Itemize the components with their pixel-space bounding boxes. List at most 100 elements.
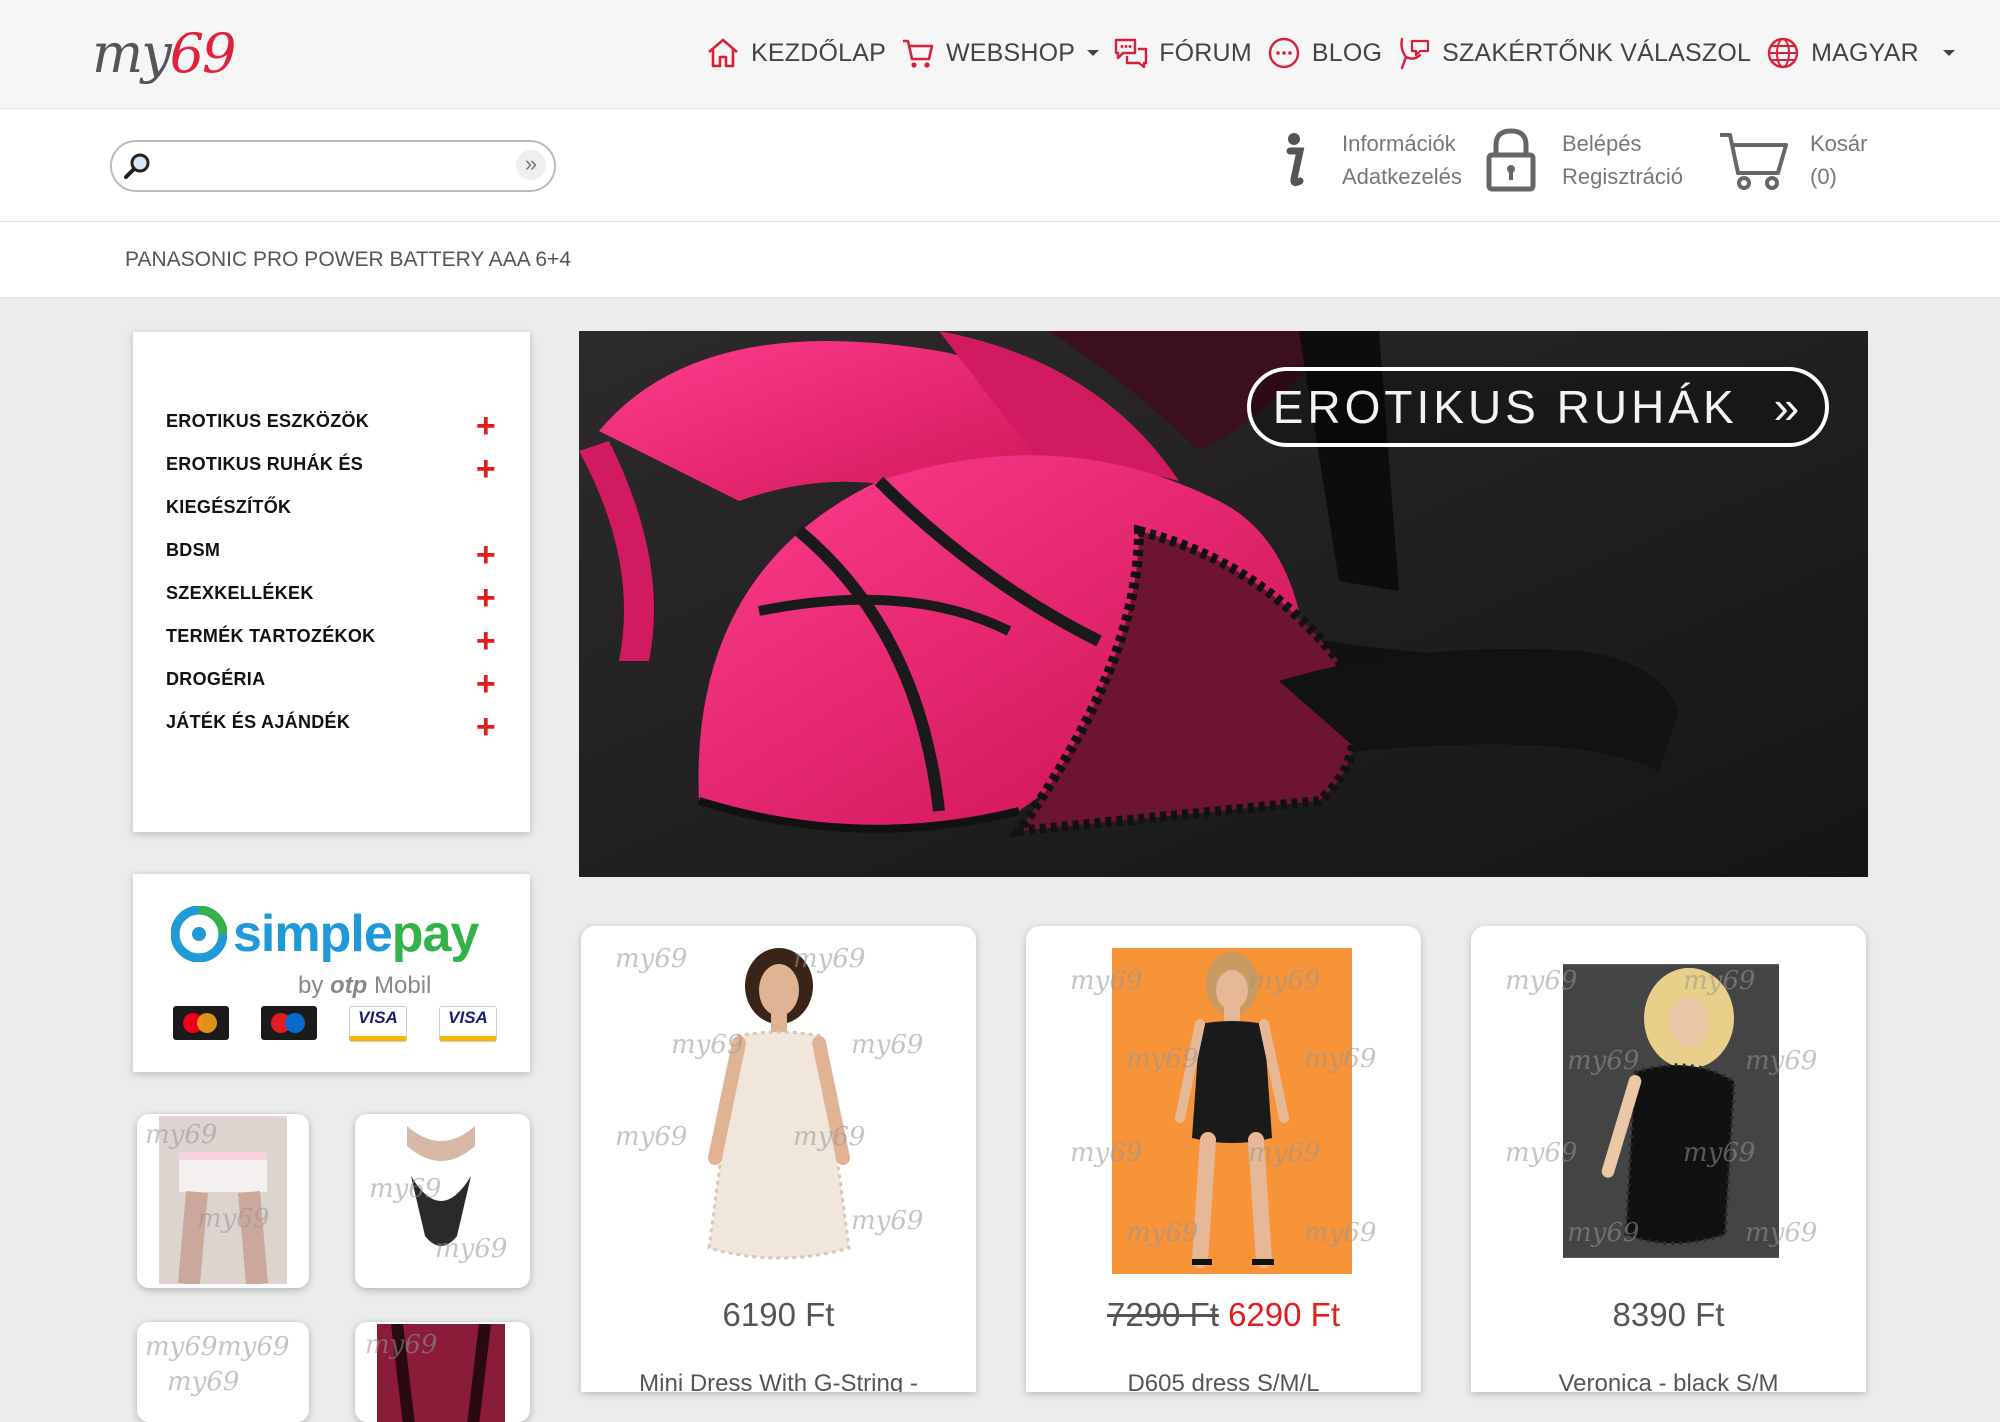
nav-home-label: KEZDŐLAP [751,38,886,67]
nav-blog-label: BLOG [1311,38,1383,67]
category-item[interactable]: SZEXKELLÉKEK + [166,572,506,617]
nav-webshop-label: WEBSHOP [945,38,1076,67]
nav-language[interactable]: MAGYAR [1765,35,1955,71]
chat-icon [1114,38,1148,69]
product-image [377,1116,505,1284]
expert-icon [1400,37,1430,70]
nav-home[interactable]: KEZDŐLAP [705,35,886,71]
nav-expert[interactable]: SZAKÉRTŐNK VÁLASZOL [1396,35,1751,71]
lock-icon [1486,128,1536,192]
product-price: 6190 Ft [722,1296,835,1333]
register-link[interactable]: Regisztráció [1562,160,1683,193]
category-item[interactable]: BDSM + [166,529,506,574]
category-label: EROTIKUS ESZKÖZÖK [166,411,370,431]
simplepay-byline: by otp Mobil [298,972,431,1000]
info-icon [1286,133,1305,187]
simplepay-banner[interactable]: simplepay by otp Mobil VISA VISA [133,874,530,1072]
expand-plus-icon[interactable]: + [476,701,496,753]
category-label: TERMÉK TARTOZÉKOK [166,626,376,646]
product-card[interactable]: my69 my69 my69 my69 my69 my69 my69 6190 … [581,926,976,1392]
simplepay-brand-b: pay [391,905,480,963]
sale-price: 6290 Ft [1228,1296,1340,1333]
category-menu: EROTIKUS ESZKÖZÖK + EROTIKUS RUHÁK ÉS KIE… [133,332,530,832]
chevron-down-icon [1942,50,1955,56]
simplepay-brand-a: simple [233,905,393,963]
category-item[interactable]: JÁTÉK ÉS AJÁNDÉK + [166,701,506,746]
promo-strip: PANASONIC PRO POWER BATTERY AAA 6+4 [0,222,2000,298]
promo-text[interactable]: PANASONIC PRO POWER BATTERY AAA 6+4 [125,248,571,272]
category-item[interactable]: EROTIKUS ESZKÖZÖK + [166,400,506,445]
home-icon [708,38,738,68]
category-item[interactable]: DROGÉRIA + [166,658,506,703]
main-nav: KEZDŐLAP WEBSHOP FÓRUM BLOG SZAKÉRTŐNK V… [705,30,1955,76]
search-box: » [110,140,556,192]
cart-icon [902,39,934,68]
search-submit-button[interactable]: » [516,150,546,180]
privacy-link[interactable]: Adatkezelés [1342,160,1462,193]
card-logos: VISA VISA [173,1006,497,1042]
nav-blog[interactable]: BLOG [1266,35,1382,71]
cart-link[interactable]: Kosár (0) [1718,127,1867,193]
category-label: BDSM [166,540,221,560]
hero-banner[interactable]: EROTIKUS RUHÁK » [579,331,1868,877]
mastercard-icon [173,1006,229,1040]
product-image [159,1116,287,1284]
product-card[interactable]: my69 my69 my69 my69 my69 my69 my69 my69 … [1026,926,1421,1392]
category-label: JÁTÉK ÉS AJÁNDÉK [166,712,351,732]
product-image [659,948,899,1274]
chevron-right-icon: » [1773,381,1804,433]
nav-forum-label: FÓRUM [1159,38,1252,67]
product-price: 8390 Ft [1612,1296,1725,1333]
site-logo[interactable]: my69 [92,22,237,85]
simplepay-logo: simplepay [171,904,480,964]
utility-bar: » Információk Adatkezelés Belépés Regisz… [0,109,2000,222]
product-card[interactable]: my69 my69 my69 my69 my69 my69 my69 my69 … [1471,926,1866,1392]
product-price: 7290 Ft 6290 Ft [1026,1296,1421,1334]
chevron-down-icon [1087,50,1100,56]
byline-otp: otp [330,972,368,999]
simplepay-swirl-icon [171,906,227,962]
blog-icon [1268,37,1300,69]
logo-number: 69 [169,22,237,85]
product-image [1112,948,1352,1274]
info-links: Információk Adatkezelés [1260,127,1462,193]
category-item[interactable]: TERMÉK TARTOZÉKOK + [166,615,506,660]
watermark: my69 [145,1332,218,1362]
expand-plus-icon[interactable]: + [476,443,496,495]
watermark: my69 [217,1332,290,1362]
category-item[interactable]: EROTIKUS RUHÁK ÉS KIEGÉSZÍTŐK + [166,443,506,529]
product-name[interactable]: D605 dress S/M/L [1026,1370,1421,1392]
category-list: EROTIKUS ESZKÖZÖK + EROTIKUS RUHÁK ÉS KIE… [166,400,506,746]
cart-label: Kosár [1810,131,1868,156]
product-image [377,1324,505,1422]
category-label: EROTIKUS RUHÁK ÉS KIEGÉSZÍTŐK [166,454,364,517]
visa-electron-icon: VISA [439,1006,497,1042]
sidebar-product-thumb[interactable]: my69 my69 my69 [137,1322,309,1422]
byline-mobil: Mobil [374,972,432,999]
sidebar-product-thumb[interactable]: my69 [355,1322,530,1422]
banner-cta-button[interactable]: EROTIKUS RUHÁK » [1247,367,1829,447]
old-price: 7290 Ft [1106,1296,1219,1333]
logo-text: my [92,22,172,85]
nav-language-label: MAGYAR [1811,38,1919,67]
maestro-icon [261,1006,317,1040]
shopping-cart-icon [1720,133,1788,190]
login-link[interactable]: Belépés [1562,127,1683,160]
top-navbar: my69 KEZDŐLAP WEBSHOP FÓRUM BLOG SZAKÉRT… [0,0,2000,109]
nav-forum[interactable]: FÓRUM [1113,35,1252,71]
nav-webshop[interactable]: WEBSHOP [900,35,1100,71]
category-label: DROGÉRIA [166,669,266,689]
search-input[interactable] [162,148,486,184]
watermark: my69 [167,1367,240,1397]
account-links: Belépés Regisztráció [1480,127,1683,193]
byline-by: by [298,972,324,999]
product-name[interactable]: Mini Dress With G-String - [581,1370,976,1392]
nav-expert-label: SZAKÉRTŐNK VÁLASZOL [1442,38,1752,67]
cart-count: (0) [1810,164,1837,189]
sidebar-product-thumb[interactable]: my69 my69 [137,1114,309,1288]
info-link[interactable]: Információk [1342,127,1462,160]
banner-cta-label: EROTIKUS RUHÁK [1272,381,1738,433]
sidebar-product-thumb[interactable]: my69 my69 [355,1114,530,1288]
product-name[interactable]: Veronica - black S/M [1471,1370,1866,1392]
globe-icon [1767,37,1799,69]
